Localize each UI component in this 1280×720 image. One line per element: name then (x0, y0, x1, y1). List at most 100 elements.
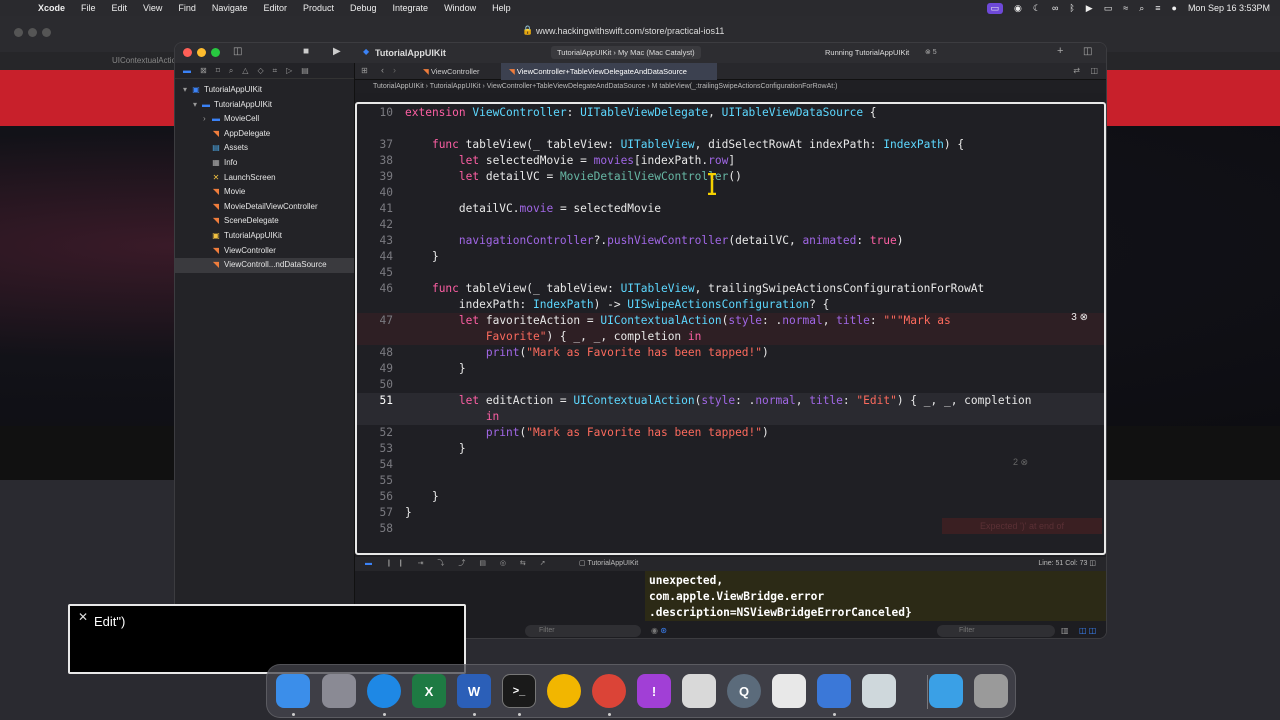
textedit-icon[interactable] (772, 674, 806, 708)
navigator-item[interactable]: ✕ LaunchScreen (175, 171, 354, 186)
line-number[interactable]: 48 (357, 345, 393, 361)
quicktime-icon[interactable]: Q (727, 674, 761, 708)
code-line[interactable]: 54 (357, 457, 1104, 473)
navigator-item[interactable]: › ▬ MovieCell (175, 112, 354, 127)
bookmark-nav-icon[interactable]: ⌑ (216, 66, 220, 75)
line-number[interactable]: 58 (357, 521, 393, 537)
menu-window[interactable]: Window (436, 3, 484, 13)
code-line[interactable]: 50 (357, 377, 1104, 393)
preview-icon[interactable] (862, 674, 896, 708)
line-number[interactable]: 49 (357, 361, 393, 377)
navigator-item[interactable]: ◥ SceneDelegate (175, 214, 354, 229)
console-filter-input[interactable]: Filter (937, 625, 1055, 637)
excel-icon[interactable]: X (412, 674, 446, 708)
finder-icon[interactable] (276, 674, 310, 708)
line-number[interactable]: 50 (357, 377, 393, 393)
minimize-button[interactable] (197, 48, 206, 57)
line-number[interactable]: 54 (357, 457, 393, 473)
code-line[interactable]: 10 extension ViewController: UITableViewD… (357, 105, 1104, 121)
line-number[interactable]: 41 (357, 201, 393, 217)
menu-help[interactable]: Help (484, 3, 519, 13)
issue-nav-icon[interactable]: △ (242, 66, 248, 75)
close-icon[interactable]: ✕ (78, 610, 88, 624)
search-icon[interactable]: ⌕ (1139, 3, 1144, 14)
disclosure-icon[interactable]: ▾ (183, 83, 191, 98)
code-line[interactable]: 44 } (357, 249, 1104, 265)
address-bar[interactable]: www.hackingwithswift.com/store/practical… (536, 26, 816, 36)
browser-minimize-button[interactable] (28, 28, 37, 37)
navigator-item[interactable]: ▾ ▬ TutorialAppUIKit (175, 98, 354, 113)
menu-edit[interactable]: Edit (104, 3, 136, 13)
line-number[interactable]: 40 (357, 185, 393, 201)
find-nav-icon[interactable]: ⌕ (229, 66, 233, 75)
record-icon[interactable]: ◉ (1014, 3, 1022, 14)
line-number[interactable]: 37 (357, 137, 393, 153)
navigator-item[interactable]: ▣ TutorialAppUIKit (175, 229, 354, 244)
line-number[interactable]: 10 (357, 105, 393, 121)
link-icon[interactable]: ∞ (1052, 3, 1058, 13)
scheme-selector[interactable]: TutorialAppUIKit › My Mac (Mac Catalyst) (551, 46, 701, 59)
disclosure-icon[interactable]: ▾ (193, 98, 201, 113)
line-number[interactable]: 42 (357, 217, 393, 233)
add-icon[interactable]: + (1057, 45, 1063, 57)
line-number[interactable]: 43 (357, 233, 393, 249)
menu-view[interactable]: View (135, 3, 170, 13)
downloads-icon[interactable] (929, 674, 963, 708)
line-number[interactable]: 53 (357, 441, 393, 457)
line-number[interactable]: 52 (357, 425, 393, 441)
tab-viewcontroller[interactable]: ◥ ViewController (415, 63, 499, 80)
menu-find[interactable]: Find (170, 3, 204, 13)
variables-filter-input[interactable]: Filter (525, 625, 641, 637)
back-icon[interactable]: ‹ (381, 65, 384, 75)
fixit-hint[interactable]: Expected ')' at end of (942, 518, 1102, 534)
code-line[interactable]: 49 } (357, 361, 1104, 377)
siri-icon[interactable]: ● (1172, 3, 1177, 13)
battery-icon[interactable]: ▭ (1104, 3, 1113, 14)
chrome-icon[interactable] (592, 674, 626, 708)
line-number[interactable]: 45 (357, 265, 393, 281)
navigator-item[interactable]: ▾ ▣ TutorialAppUIKit (175, 83, 354, 98)
console-output[interactable]: unexpected, com.apple.ViewBridge.error .… (645, 571, 1106, 621)
code-line[interactable]: 55 (357, 473, 1104, 489)
clock[interactable]: Mon Sep 16 3:53PM (1188, 3, 1270, 13)
line-number[interactable]: 51 (357, 393, 393, 409)
navigator-item[interactable]: ◥ ViewControll...ndDataSource (175, 258, 354, 273)
line-number[interactable]: 38 (357, 153, 393, 169)
control-center-icon[interactable]: ≡ (1155, 3, 1160, 13)
code-line[interactable]: 52 print("Mark as Favorite has been tapp… (357, 425, 1104, 441)
sidebar-toggle-icon[interactable]: ◫ (233, 46, 242, 57)
chrome-alt-icon[interactable] (547, 674, 581, 708)
bluetooth-icon[interactable]: ᛒ (1069, 3, 1074, 13)
speech-icon[interactable]: ! (637, 674, 671, 708)
code-line[interactable]: 41 detailVC.movie = selectedMovie (357, 201, 1104, 217)
code-line[interactable]: 43 navigationController?.pushViewControl… (357, 233, 1104, 249)
source-control-nav-icon[interactable]: ⊠ (200, 66, 207, 75)
wifi-icon[interactable]: ≈ (1123, 3, 1128, 13)
eye-icon[interactable]: ◉ ⊛ (651, 626, 667, 635)
code-line[interactable]: 48 print("Mark as Favorite has been tapp… (357, 345, 1104, 361)
forward-icon[interactable]: › (393, 65, 396, 75)
split-console-icon[interactable]: ◫ ◫ (1079, 626, 1096, 635)
trash-icon[interactable] (974, 674, 1008, 708)
line-number[interactable]: 57 (357, 505, 393, 521)
breakpoint-nav-icon[interactable]: ▷ (286, 66, 292, 75)
code-line[interactable]: 40 (357, 185, 1104, 201)
line-number[interactable]: 39 (357, 169, 393, 185)
menu-editor[interactable]: Editor (255, 3, 295, 13)
code-line[interactable]: 47 let favoriteAction = UIContextualActi… (357, 313, 1104, 329)
code-line[interactable]: 42 (357, 217, 1104, 233)
line-number[interactable]: 47 (357, 313, 393, 329)
code-line[interactable]: indexPath: IndexPath) -> UISwipeActionsC… (357, 297, 1104, 313)
code-line[interactable]: 39 let detailVC = MovieDetailViewControl… (357, 169, 1104, 185)
code-line[interactable]: 45 (357, 265, 1104, 281)
stop-icon[interactable]: ■ (303, 46, 309, 57)
grid-icon[interactable]: ⊞ (361, 66, 368, 75)
code-line[interactable]: 38 let selectedMovie = movies[indexPath.… (357, 153, 1104, 169)
code-line[interactable]: 53 } (357, 441, 1104, 457)
code-line[interactable]: in (357, 409, 1104, 425)
navigator-item[interactable]: ▤ Assets (175, 141, 354, 156)
browser-zoom-button[interactable] (42, 28, 51, 37)
launchpad-icon[interactable] (322, 674, 356, 708)
menu-file[interactable]: File (73, 3, 104, 13)
line-number[interactable]: 55 (357, 473, 393, 489)
